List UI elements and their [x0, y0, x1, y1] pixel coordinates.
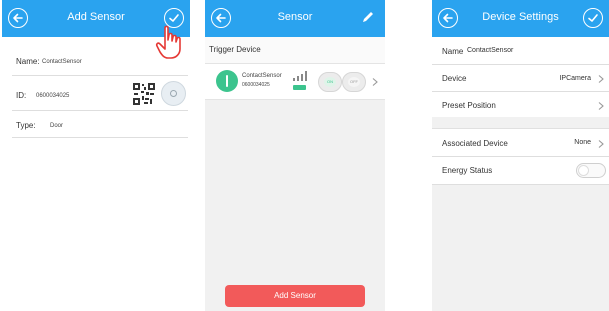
divider [432, 184, 609, 185]
on-button[interactable]: ON [318, 72, 342, 92]
chevron-right-icon [372, 78, 378, 86]
toggle-knob [578, 165, 589, 176]
device-value: IPCamera [559, 75, 591, 82]
energy-toggle[interactable] [576, 163, 606, 178]
settings-group-1: Name ContactSensor Device IPCamera Prese… [432, 37, 609, 117]
device-id: 0600034025 [242, 82, 270, 88]
add-sensor-screen: Add Sensor Name: ContactSensor ID: 06000… [2, 0, 190, 311]
type-label: Type: [16, 121, 36, 130]
associated-value: None [574, 139, 591, 146]
scan-button[interactable] [161, 81, 186, 106]
section-title: Trigger Device [209, 45, 261, 54]
sensor-screen: Sensor Trigger Device ContactSensor 0600… [205, 0, 385, 311]
confirm-button[interactable] [583, 8, 603, 28]
name-label: Name: [16, 57, 40, 66]
name-field[interactable]: ContactSensor [42, 59, 82, 65]
on-label: ON [324, 77, 336, 87]
device-row[interactable]: ContactSensor 0600034025 ON OFF [205, 63, 385, 100]
name-label: Name [442, 47, 464, 56]
divider [12, 137, 188, 138]
sensor-header: Sensor [205, 0, 385, 37]
checkmark-icon [169, 14, 179, 22]
preset-label: Preset Position [442, 101, 496, 110]
associated-label: Associated Device [442, 139, 508, 148]
chevron-right-icon [598, 140, 604, 148]
battery-icon [293, 85, 306, 90]
associated-device-row[interactable]: Associated Device None [432, 129, 609, 156]
divider [12, 75, 188, 76]
name-value: ContactSensor [467, 47, 514, 54]
off-button[interactable]: OFF [342, 72, 366, 92]
qr-code-icon[interactable] [132, 82, 156, 106]
energy-label: Energy Status [442, 166, 493, 175]
chevron-right-icon [598, 102, 604, 110]
add-sensor-button[interactable]: Add Sensor [225, 285, 365, 307]
name-row[interactable]: Name ContactSensor [432, 37, 609, 64]
id-field[interactable]: 0600034025 [36, 93, 69, 99]
sensor-avatar [216, 70, 238, 92]
divider [12, 110, 188, 111]
device-name: ContactSensor [242, 73, 282, 79]
energy-status-row: Energy Status [432, 157, 609, 185]
hand-pointer-icon [155, 25, 181, 59]
device-label: Device [442, 74, 467, 83]
settings-group-2: Associated Device None Energy Status [432, 128, 609, 184]
chevron-right-icon [598, 75, 604, 83]
type-field[interactable]: Door [50, 123, 63, 129]
device-settings-screen: Device Settings Name ContactSensor Devic… [432, 0, 609, 311]
edit-pencil-icon[interactable] [361, 10, 375, 24]
signal-icon [293, 71, 307, 81]
checkmark-icon [588, 14, 598, 22]
device-settings-header: Device Settings [432, 0, 609, 37]
page-title: Sensor [277, 11, 313, 23]
device-row[interactable]: Device IPCamera [432, 65, 609, 91]
sensor-icon [226, 75, 228, 87]
page-title: Add Sensor [67, 11, 125, 23]
id-label: ID: [16, 91, 27, 100]
section-header: Trigger Device [205, 37, 385, 63]
preset-position-row[interactable]: Preset Position [432, 92, 609, 117]
off-label: OFF [348, 77, 360, 87]
scan-icon [170, 90, 177, 97]
